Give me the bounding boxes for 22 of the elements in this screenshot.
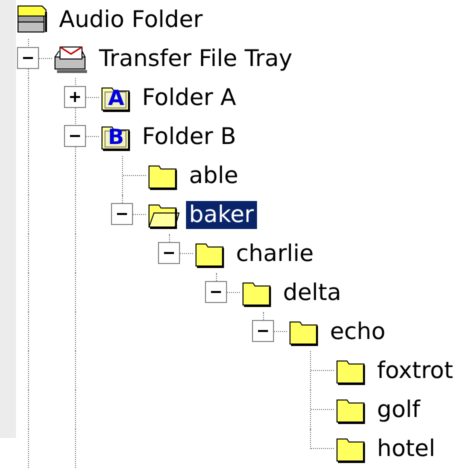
tree-item[interactable]: echo xyxy=(327,318,388,346)
expander-box[interactable] xyxy=(17,47,39,69)
expander-box[interactable] xyxy=(64,86,86,108)
tree-item[interactable]: charlie xyxy=(233,240,317,268)
tree-item[interactable]: Transfer File Tray xyxy=(96,44,296,72)
expander-box[interactable] xyxy=(252,320,274,342)
tree-item[interactable]: foxtrot xyxy=(374,356,456,384)
folder-letter: A xyxy=(108,86,124,110)
expander-box[interactable] xyxy=(205,281,227,303)
stack-icon xyxy=(16,4,50,36)
tree-item[interactable]: hotel xyxy=(374,434,438,462)
expander-box[interactable] xyxy=(158,242,180,264)
tree-item[interactable]: delta xyxy=(280,278,344,306)
expander-box[interactable] xyxy=(111,203,133,225)
tree-item[interactable]: Folder A xyxy=(139,84,240,112)
expander-box[interactable] xyxy=(64,125,86,147)
tree-item[interactable]: able xyxy=(186,162,242,190)
tree-item[interactable]: Audio Folder xyxy=(56,6,206,34)
tree-item[interactable]: golf xyxy=(374,396,424,424)
tree-item[interactable]: Folder B xyxy=(139,122,240,150)
folder-letter: B xyxy=(108,124,124,148)
tree-item[interactable]: baker xyxy=(186,200,257,228)
